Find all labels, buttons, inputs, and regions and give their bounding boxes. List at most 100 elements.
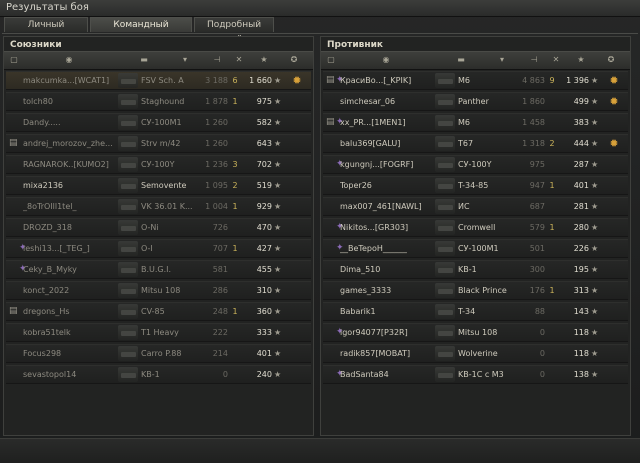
medal-icon[interactable]: ✹ (606, 94, 622, 109)
kills-value: 1 (232, 97, 238, 106)
medal-icon[interactable]: ✹ (606, 136, 622, 151)
vehicle-name: Mitsu 108 (141, 286, 181, 295)
xp-column-icon[interactable]: ★ (259, 55, 269, 65)
player-row[interactable]: Focus298 Carro P.88 214 401 ★ (6, 344, 311, 363)
vehicle-name: M6 (458, 118, 470, 127)
player-name[interactable]: _8oTrOIll1tel_ (23, 198, 118, 215)
player-name[interactable]: Nikitos...[GR303] (340, 219, 435, 236)
player-row[interactable]: Babarik1 T-34 88 143 ★ (323, 302, 628, 321)
player-name[interactable]: Toper26 (340, 177, 435, 194)
player-row[interactable]: Dandy..... СУ-100М1 1 260 582 ★ (6, 113, 311, 132)
medal-column-icon[interactable]: ✪ (289, 55, 299, 65)
kills-column-icon[interactable]: ✕ (234, 55, 244, 65)
player-name[interactable]: Ceky_B_Myky (23, 261, 118, 278)
tab-team-result[interactable]: Командный результат (90, 17, 192, 45)
player-column-icon[interactable]: ◉ (64, 55, 74, 65)
vehicle-name: KB-1C c M3 (458, 370, 504, 379)
player-row[interactable]: max007_461[NAWL] ИС 687 281 ★ (323, 197, 628, 216)
player-name[interactable]: simchesar_06 (340, 93, 435, 110)
platoon-column-icon[interactable]: ▢ (9, 55, 19, 65)
star-icon: ★ (591, 118, 599, 127)
player-name[interactable]: games_3333 (340, 282, 435, 299)
vehicle-icon (435, 241, 455, 256)
star-icon: ★ (591, 160, 599, 169)
player-name[interactable]: max007_461[NAWL] (340, 198, 435, 215)
star-icon: ★ (274, 118, 282, 127)
vehicle-column-icon[interactable]: ▬ (139, 55, 149, 65)
player-name[interactable]: radik857[MOBAT] (340, 345, 435, 362)
damage-value: 0 (539, 349, 545, 358)
player-row[interactable]: ✦ igor94077[P32R] Mitsu 108 0 118 ★ (323, 323, 628, 342)
player-row[interactable]: ▤ ✦ КрасиВо...[_KPIK] M6 4 863 9 1 396 ★ ✹ (323, 71, 628, 90)
tab-personal-result[interactable]: Личный результат (4, 17, 88, 45)
star-icon: ★ (274, 307, 282, 316)
player-name[interactable]: sevastopol14 (23, 366, 118, 383)
player-row[interactable]: mixa2136 Semovente 1 095 2 519 ★ (6, 176, 311, 195)
vehicle-icon (118, 241, 138, 256)
player-column-icon[interactable]: ◉ (381, 55, 391, 65)
player-name[interactable]: Dima_510 (340, 261, 435, 278)
player-name[interactable]: konct_2022 (23, 282, 118, 299)
player-row[interactable]: makcumka...[WCAT1] FSV Sch. A 3 188 6 1 660 ★… (6, 71, 311, 90)
tab-detailed-report[interactable]: Подробный отчёт (194, 17, 274, 45)
vehicle-name: Mitsu 108 (458, 328, 498, 337)
player-row[interactable]: ▤ andrej_morozov_zhe... Strv m/42 1 260 643 ★ (6, 134, 311, 153)
player-row[interactable]: Toper26 T-34-85 947 1 401 ★ (323, 176, 628, 195)
player-name[interactable]: КрасиВо...[_KPIK] (340, 72, 435, 89)
player-row[interactable]: ✦ BadSanta84 KB-1C c M3 0 138 ★ (323, 365, 628, 384)
player-row[interactable]: simchesar_06 Panther 1 860 499 ★ ✹ (323, 92, 628, 111)
player-row[interactable]: Dima_510 KB-1 300 195 ★ (323, 260, 628, 279)
xp-column-icon[interactable]: ★ (576, 55, 586, 65)
damage-value: 300 (529, 265, 545, 274)
player-name[interactable]: RAGNAROK..[KUMO2] (23, 156, 118, 173)
kills-value: 9 (549, 76, 555, 85)
player-name[interactable]: kgungnj...[FOGRF] (340, 156, 435, 173)
medal-icon[interactable]: ✹ (289, 73, 305, 88)
player-name[interactable]: Focus298 (23, 345, 118, 362)
player-name[interactable]: igor94077[P32R] (340, 324, 435, 341)
player-name[interactable]: DROZD_318 (23, 219, 118, 236)
player-row[interactable]: RAGNAROK..[KUMO2] СУ-100Y 1 236 3 702 ★ (6, 155, 311, 174)
player-row[interactable]: ▤ dregons_Hs CV-85 248 1 360 ★ (6, 302, 311, 321)
player-name[interactable]: andrej_morozov_zhe... (23, 135, 118, 152)
player-row[interactable]: tolch80 Staghound 1 878 1 975 ★ (6, 92, 311, 111)
player-name[interactable]: Babarik1 (340, 303, 435, 320)
player-row[interactable]: sevastopol14 KB-1 0 240 ★ (6, 365, 311, 384)
vehicle-column-icon[interactable]: ▬ (456, 55, 466, 65)
player-name[interactable]: __BeTepoH______ (340, 240, 435, 257)
vehicle-name: KB-1 (458, 265, 477, 274)
star-icon: ★ (591, 139, 599, 148)
player-name[interactable]: makcumka...[WCAT1] (23, 72, 118, 89)
player-row[interactable]: ▤ ✦ xx_PR...[1MEN1] M6 1 458 383 ★ (323, 113, 628, 132)
player-row[interactable]: DROZD_318 O-Ni 726 470 ★ (6, 218, 311, 237)
player-name[interactable]: BadSanta84 (340, 366, 435, 383)
medal-icon[interactable]: ✹ (606, 73, 622, 88)
player-row[interactable]: ✦ __BeTepoH______ СУ-100М1 501 226 ★ (323, 239, 628, 258)
player-name[interactable]: kobra51telk (23, 324, 118, 341)
player-row[interactable]: _8oTrOIll1tel_ VK 36.01 K... 1 004 1 929 ★ (6, 197, 311, 216)
player-name[interactable]: Dandy..... (23, 114, 118, 131)
player-name[interactable]: balu369[GALU] (340, 135, 435, 152)
player-row[interactable]: radik857[MOBAT] Wolverine 0 118 ★ (323, 344, 628, 363)
star-icon: ★ (591, 286, 599, 295)
player-row[interactable]: kobra51telk T1 Heavy 222 333 ★ (6, 323, 311, 342)
player-name[interactable]: mixa2136 (23, 177, 118, 194)
player-row[interactable]: ✦ leshi13...[_TEG_] O-I 707 1 427 ★ (6, 239, 311, 258)
player-name[interactable]: leshi13...[_TEG_] (23, 240, 118, 257)
kills-column-icon[interactable]: ✕ (551, 55, 561, 65)
damage-column-icon[interactable]: ⊣ (212, 55, 222, 65)
player-row[interactable]: balu369[GALU] T67 1 318 2 444 ★ ✹ (323, 134, 628, 153)
star-icon: ★ (274, 349, 282, 358)
player-row[interactable]: ✦ Nikitos...[GR303] Cromwell 579 1 280 ★ (323, 218, 628, 237)
player-row[interactable]: ✦ Ceky_B_Myky B.U.G.I. 581 455 ★ (6, 260, 311, 279)
damage-value: 4 863 (522, 76, 545, 85)
medal-column-icon[interactable]: ✪ (606, 55, 616, 65)
player-row[interactable]: ✦ kgungnj...[FOGRF] СУ-100Y 975 287 ★ (323, 155, 628, 174)
damage-column-icon[interactable]: ⊣ (529, 55, 539, 65)
player-name[interactable]: tolch80 (23, 93, 118, 110)
player-name[interactable]: xx_PR...[1MEN1] (340, 114, 435, 131)
player-name[interactable]: dregons_Hs (23, 303, 118, 320)
player-row[interactable]: konct_2022 Mitsu 108 286 310 ★ (6, 281, 311, 300)
platoon-column-icon[interactable]: ▢ (326, 55, 336, 65)
player-row[interactable]: games_3333 Black Prince 176 1 313 ★ (323, 281, 628, 300)
